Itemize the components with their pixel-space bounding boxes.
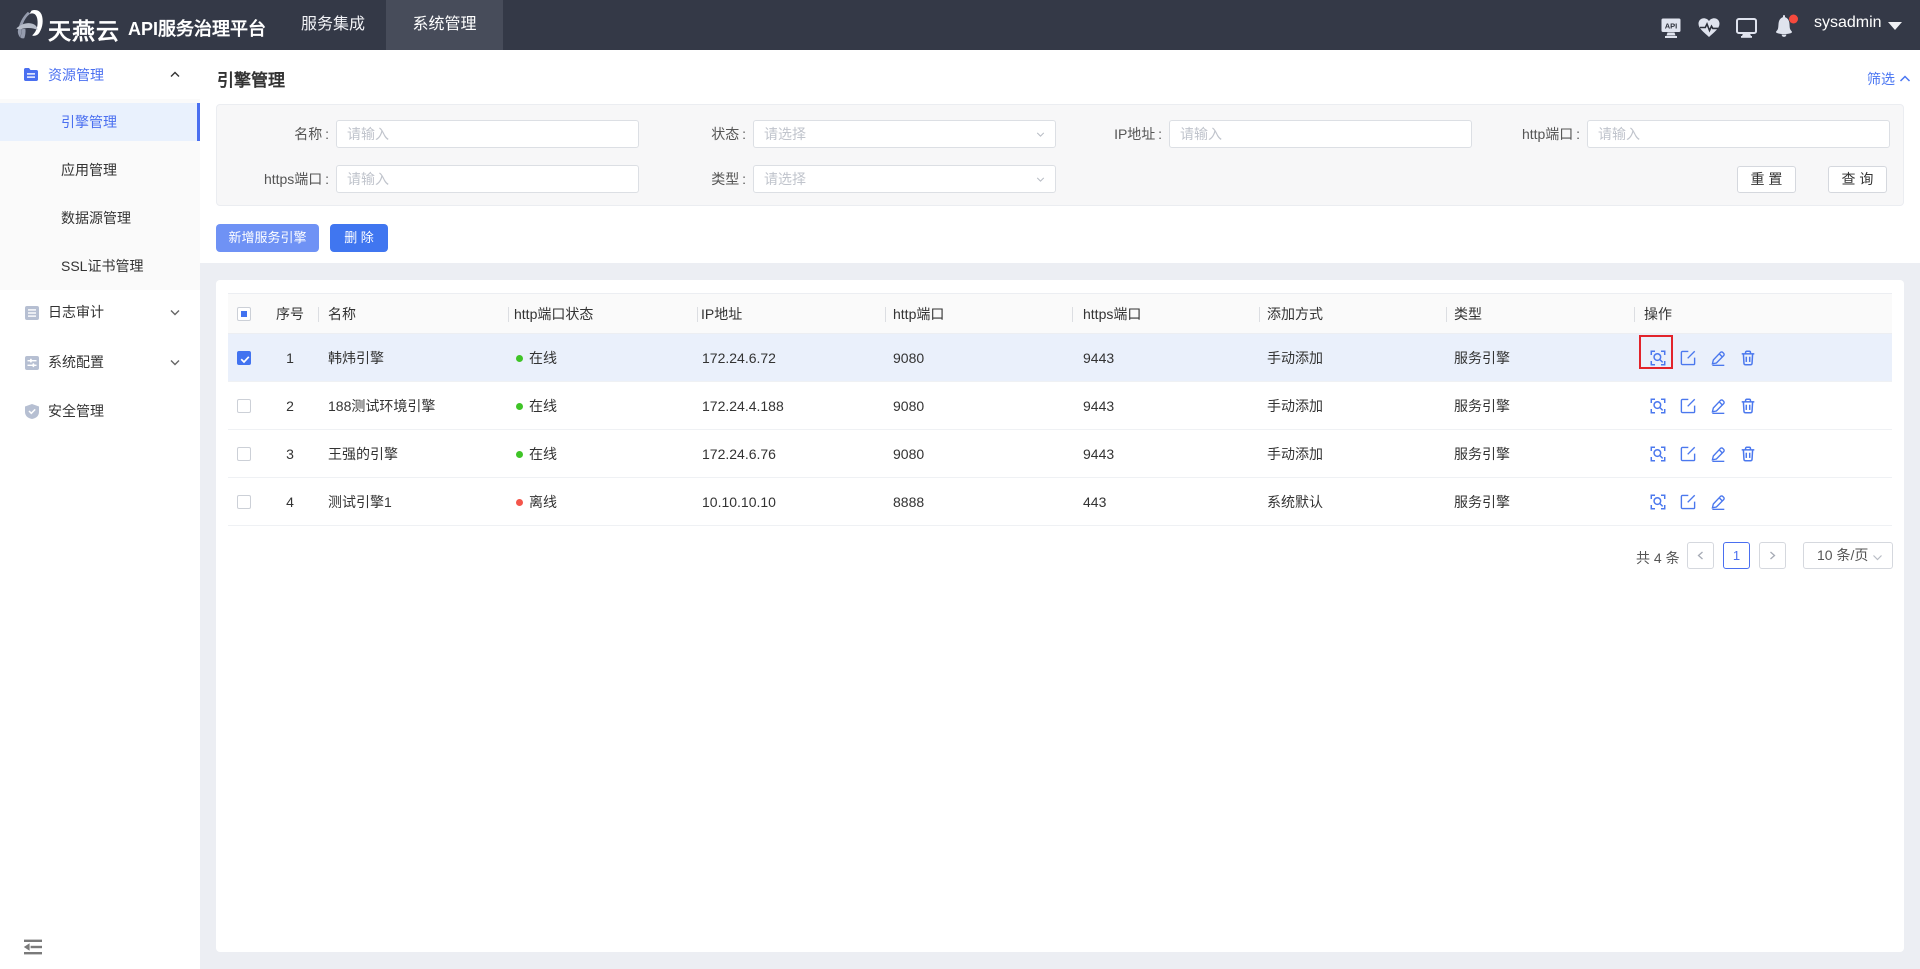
svg-text:API: API: [1665, 22, 1678, 31]
